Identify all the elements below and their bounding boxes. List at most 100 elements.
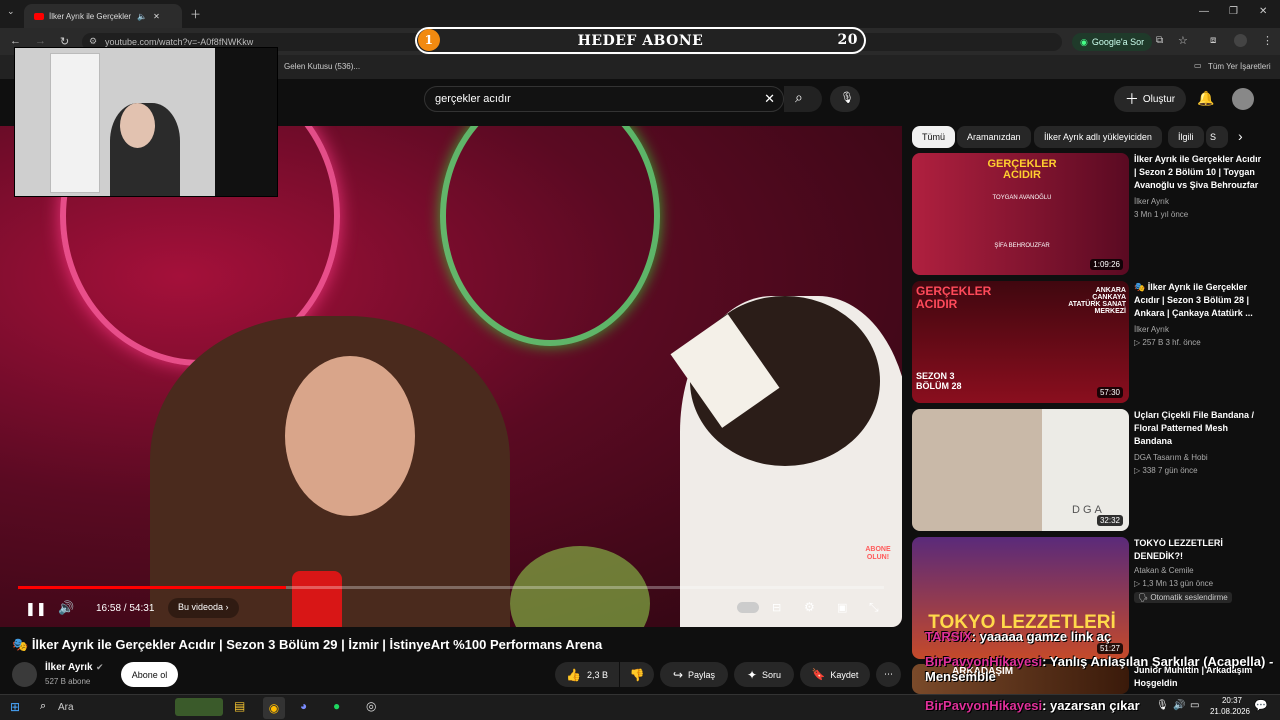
recommendation-item[interactable]: GERÇEKLER ACIDIR TOYGAN AVANOĞLU ŞİFA BE… [912, 153, 1272, 278]
tab-list-icon[interactable]: ⌄ [7, 6, 15, 17]
like-button[interactable]: 👍 2,3 B [555, 662, 619, 687]
tray-volume-icon[interactable]: 🔊 [1173, 700, 1185, 711]
bookmark-inbox[interactable]: Gelen Kutusu (536)... [284, 62, 360, 71]
audio-icon[interactable]: 🔈 [137, 12, 147, 21]
search-input[interactable]: gerçekler acıdır ✕ [424, 86, 784, 112]
rec-channel[interactable]: DGA Tasarım & Hobi [1134, 453, 1208, 462]
close-window-icon[interactable]: ✕ [1259, 6, 1267, 17]
extensions-icon[interactable]: ⧈ [1210, 35, 1216, 46]
chip-related[interactable]: İlgili [1168, 126, 1204, 148]
in-video-chapters-button[interactable]: Bu videoda › [168, 598, 239, 618]
goal-current: 1 [418, 29, 440, 51]
spotify-icon[interactable]: ● [333, 699, 340, 713]
chip-all[interactable]: Tümü [912, 126, 956, 148]
widget-icon[interactable] [175, 698, 223, 716]
fullscreen-icon[interactable]: ⤡ [869, 600, 879, 615]
chat-overlay-line: BirPavyonHikayesi: Yanlış Anlaşılan Şark… [925, 654, 1277, 684]
google-sor-button[interactable]: ◉ Google'a Sor [1072, 33, 1153, 51]
dislike-button[interactable]: 👎 [620, 662, 654, 687]
avatar[interactable] [1232, 88, 1254, 110]
profile-icon[interactable] [1234, 34, 1247, 47]
forward-icon[interactable]: → [35, 35, 46, 47]
search-button[interactable]: ⌕ [784, 86, 822, 112]
chip-uploader[interactable]: İlker Ayrık adlı yükleyiciden [1034, 126, 1162, 148]
bookmark-star-icon[interactable]: ☆ [1178, 34, 1188, 47]
bookmark-icon: 🔖 [811, 669, 826, 681]
more-actions-button[interactable]: ⋯ [876, 662, 901, 687]
notifications-icon[interactable]: 💬 [1254, 699, 1268, 712]
video-player[interactable]: ABONE OLUN! [0, 126, 902, 627]
all-bookmarks[interactable]: Tüm Yer İşaretleri [1208, 62, 1271, 71]
pause-icon[interactable]: ❚❚ [25, 601, 47, 617]
discord-icon[interactable]: ◕ [300, 699, 307, 713]
subtitles-icon[interactable]: ⊟ [772, 601, 781, 614]
miniplayer-icon[interactable]: ▣ [837, 601, 847, 614]
rec-title[interactable]: 🎭 İlker Ayrık ile Gerçekler Acıdır | Sez… [1134, 281, 1264, 320]
auto-dub-badge: 🗣 Otomatik seslendirme [1134, 592, 1232, 603]
clear-search-icon[interactable]: ✕ [764, 91, 775, 107]
thumbs-down-icon: 👎 [629, 667, 645, 682]
thumbnail[interactable]: GERÇEKLER ACIDIR TOYGAN AVANOĞLU ŞİFA BE… [912, 153, 1129, 275]
site-info-icon[interactable]: ⚙ [89, 36, 97, 47]
thumbnail[interactable]: DGA 32:32 [912, 409, 1129, 531]
chat-text: : yazarsan çıkar [1042, 698, 1140, 713]
channel-name[interactable]: İlker Ayrık [45, 662, 93, 673]
chip-more[interactable]: S [1206, 126, 1228, 148]
save-button[interactable]: 🔖 Kaydet [800, 662, 870, 687]
recommendation-item[interactable]: GERÇEKLER ACIDIR ANKARA ÇANKAYA ATATÜRK … [912, 281, 1272, 406]
thumb-title: GERÇEKLER ACIDIR [916, 284, 992, 311]
neon-ring-decoration [440, 126, 660, 346]
chip-from-search[interactable]: Aramanızdan [957, 126, 1031, 148]
webcam-dark-area [215, 48, 277, 196]
menu-dots-icon[interactable]: ⋮ [1262, 34, 1273, 47]
verified-icon: ✔ [96, 662, 104, 672]
video-progress-bar[interactable] [18, 586, 884, 589]
settings-gear-icon[interactable]: ⚙ [804, 600, 815, 614]
tray-mic-icon[interactable]: 🎙 [1156, 700, 1169, 711]
obs-icon[interactable]: ◎ [366, 699, 376, 713]
autoplay-toggle[interactable] [737, 602, 759, 613]
voice-search-button[interactable]: 🎙 [830, 86, 860, 112]
rec-title[interactable]: Uçları Çiçekli File Bandana / Floral Pat… [1134, 409, 1264, 448]
ask-button[interactable]: ✦ Soru [734, 662, 794, 687]
close-tab-icon[interactable]: ✕ [153, 12, 160, 21]
taskbar-search-icon[interactable]: ⌕ [40, 700, 46, 713]
tray-battery-icon[interactable]: ▭ [1190, 700, 1199, 711]
back-icon[interactable]: ← [10, 35, 21, 47]
chrome-icon[interactable]: ◉ [263, 697, 285, 719]
chat-user: BirPavyonHikayesi [925, 698, 1043, 713]
rec-channel[interactable]: İlker Ayrık [1134, 197, 1169, 206]
ask-label: Soru [762, 669, 782, 680]
restore-icon[interactable]: ❐ [1229, 6, 1238, 17]
progress-fill [18, 586, 287, 589]
install-icon[interactable]: ⧉ [1156, 35, 1163, 46]
minimize-icon[interactable]: — [1199, 6, 1209, 17]
browser-tab[interactable]: İlker Ayrık ile Gerçekler 🔈 ✕ [24, 4, 182, 28]
rec-title[interactable]: TOKYO LEZZETLERİ DENEDİK?! [1134, 537, 1264, 563]
time-display: 16:58 / 54:31 [96, 603, 155, 614]
rec-channel[interactable]: İlker Ayrık [1134, 325, 1169, 334]
volume-icon[interactable]: 🔊 [58, 600, 74, 616]
taskbar-search-label[interactable]: Ara [58, 702, 74, 713]
rec-title[interactable]: İlker Ayrık ile Gerçekler Acıdır | Sezon… [1134, 153, 1264, 192]
share-icon: ↪ [672, 667, 684, 682]
clock-date[interactable]: 21.08.2026 [1205, 707, 1255, 716]
duration-badge: 32:32 [1096, 515, 1123, 526]
video-title-text: İlker Ayrık ile Gerçekler Acıdır | Sezon… [31, 637, 603, 652]
file-explorer-icon[interactable]: ▤ [234, 699, 245, 713]
channel-avatar[interactable] [12, 662, 37, 687]
share-button[interactable]: ↪ Paylaş [660, 662, 728, 687]
subscribe-button[interactable]: Abone ol [121, 662, 178, 687]
chat-text: : yaaaaa gamze link aç [971, 629, 1112, 644]
thumbnail[interactable]: GERÇEKLER ACIDIR ANKARA ÇANKAYA ATATÜRK … [912, 281, 1129, 403]
mask-emoji-icon: 🎭 [12, 637, 29, 652]
windows-start-icon[interactable]: ⊞ [10, 700, 20, 714]
chip-next-icon[interactable]: › [1238, 128, 1243, 144]
clock-time[interactable]: 20:37 [1212, 696, 1252, 705]
chat-overlay-line: BirPavyonHikayesi: yazarsan çıkar [925, 698, 1140, 713]
rec-channel[interactable]: Atakan & Cemile [1134, 566, 1194, 575]
new-tab-icon[interactable]: ＋ [190, 6, 201, 22]
create-button[interactable]: ＋ Oluştur [1114, 86, 1186, 112]
notifications-bell-icon[interactable]: 🔔 [1197, 90, 1214, 107]
recommendation-item[interactable]: DGA 32:32 Uçları Çiçekli File Bandana / … [912, 409, 1272, 534]
